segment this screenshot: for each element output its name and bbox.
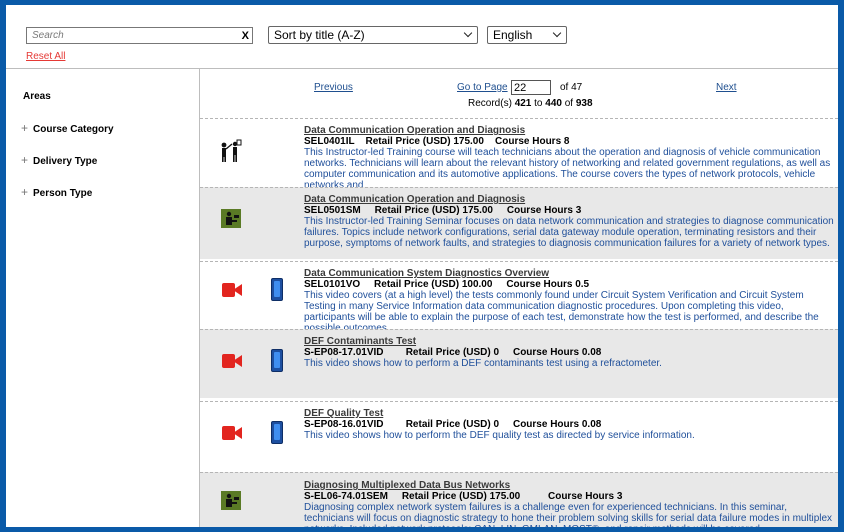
sidebar-item-label: Course Category: [33, 124, 114, 135]
record-range-total: 938: [575, 98, 593, 109]
course-title-link[interactable]: Data Communication Operation and Diagnos…: [304, 125, 834, 136]
sidebar-title: Areas: [23, 91, 51, 102]
chevron-down-icon: [463, 28, 473, 38]
sort-select-value: Sort by title (A-Z): [274, 28, 365, 42]
record-range-to: 440: [545, 98, 562, 109]
sort-select[interactable]: Sort by title (A-Z): [268, 26, 478, 44]
record-text: DEF Contaminants Test S-EP08-17.01VID Re…: [304, 336, 834, 369]
language-select-value: English: [493, 28, 533, 42]
course-description: This Instructor-led Training Seminar foc…: [304, 216, 834, 249]
tablet-icon: [271, 278, 283, 301]
previous-page-link[interactable]: Previous: [314, 82, 353, 93]
record-range-prefix: Record(s): [468, 98, 512, 109]
course-record: Data Communication Operation and Diagnos…: [200, 118, 838, 191]
course-meta: S-EL06-74.01SEM Retail Price (USD) 175.0…: [304, 491, 623, 502]
go-to-page-link[interactable]: Go to Page: [457, 82, 508, 93]
pagination: Previous Go to Page of 47 Next Record(s)…: [200, 69, 838, 115]
record-text: Data Communication Operation and Diagnos…: [304, 125, 834, 191]
course-title-link[interactable]: DEF Contaminants Test: [304, 336, 834, 347]
tablet-icon: [271, 421, 283, 444]
plus-icon: +: [21, 185, 29, 199]
course-meta: SEL0401IL Retail Price (USD) 175.00 Cour…: [304, 136, 570, 147]
record-range-from: 421: [514, 98, 532, 109]
plus-icon: +: [21, 121, 29, 135]
sidebar-item-course-category[interactable]: + Course Category: [21, 121, 114, 135]
course-description: This video covers (at a high level) the …: [304, 290, 819, 334]
course-description: This video shows how to perform a DEF co…: [304, 358, 662, 369]
filter-bar: X Reset All Sort by title (A-Z) English: [6, 5, 838, 69]
record-range-to-label: to: [534, 98, 543, 109]
course-record: Diagnosing Multiplexed Data Bus Networks…: [200, 472, 838, 527]
instructor-led-icon: [221, 139, 242, 162]
page-count-label: of 47: [560, 82, 583, 93]
course-record: Data Communication System Diagnostics Ov…: [200, 261, 838, 334]
course-record: Data Communication Operation and Diagnos…: [200, 187, 838, 259]
sidebar-item-label: Delivery Type: [33, 156, 98, 167]
search-box[interactable]: X: [26, 27, 253, 44]
clear-search-button[interactable]: X: [242, 28, 249, 43]
record-text: Data Communication Operation and Diagnos…: [304, 194, 834, 249]
course-description: This Instructor-led Training course will…: [304, 147, 831, 191]
course-description: Diagnosing complex network system failur…: [304, 502, 833, 527]
language-select[interactable]: English: [487, 26, 567, 44]
record-text: Diagnosing Multiplexed Data Bus Networks…: [304, 480, 834, 527]
tablet-icon: [271, 349, 283, 372]
sidebar-item-person-type[interactable]: + Person Type: [21, 185, 92, 199]
chevron-down-icon: [552, 28, 562, 38]
page-number-input[interactable]: [511, 80, 551, 95]
catalog-frame: X Reset All Sort by title (A-Z) English …: [6, 5, 838, 527]
course-meta: S-EP08-16.01VID Retail Price (USD) 0 Cou…: [304, 419, 602, 430]
course-title-link[interactable]: Data Communication Operation and Diagnos…: [304, 194, 834, 205]
course-record: DEF Quality Test S-EP08-16.01VID Retail …: [200, 401, 838, 472]
course-title-link[interactable]: DEF Quality Test: [304, 408, 834, 419]
course-meta: SEL0101VO Retail Price (USD) 100.00 Cour…: [304, 279, 590, 290]
seminar-icon: [221, 491, 241, 510]
record-text: DEF Quality Test S-EP08-16.01VID Retail …: [304, 408, 834, 441]
course-title-link[interactable]: Data Communication System Diagnostics Ov…: [304, 268, 834, 279]
reset-all-link[interactable]: Reset All: [26, 51, 65, 62]
plus-icon: +: [21, 153, 29, 167]
sidebar-item-delivery-type[interactable]: + Delivery Type: [21, 153, 97, 167]
course-record: DEF Contaminants Test S-EP08-17.01VID Re…: [200, 329, 838, 398]
record-range: Record(s) 421 to 440 of 938: [468, 98, 593, 109]
record-range-of-label: of: [564, 98, 574, 109]
seminar-icon: [221, 209, 241, 228]
course-title-link[interactable]: Diagnosing Multiplexed Data Bus Networks: [304, 480, 834, 491]
course-description: This video shows how to perform the DEF …: [304, 430, 695, 441]
search-input[interactable]: [27, 28, 232, 43]
sidebar-item-label: Person Type: [33, 188, 93, 199]
filter-sidebar: Areas + Course Category + Delivery Type + P…: [6, 69, 200, 527]
next-page-link[interactable]: Next: [716, 82, 737, 93]
record-text: Data Communication System Diagnostics Ov…: [304, 268, 834, 334]
course-meta: S-EP08-17.01VID Retail Price (USD) 0 Cou…: [304, 347, 602, 358]
course-meta: SEL0501SM Retail Price (USD) 175.00 Cour…: [304, 205, 582, 216]
